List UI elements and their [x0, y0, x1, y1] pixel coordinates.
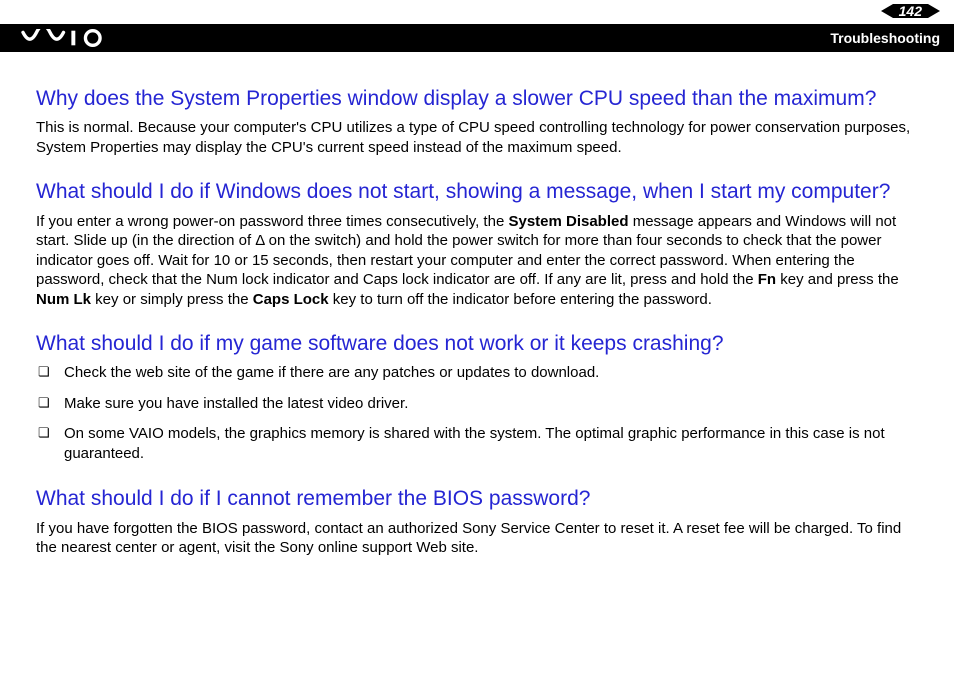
- answer-2-text: If you enter a wrong power-on password t…: [36, 213, 508, 230]
- answer-2-bold-system-disabled: System Disabled: [508, 213, 628, 230]
- answer-2-bold-numlk: Num Lk: [36, 291, 91, 308]
- header-bar: Troubleshooting: [0, 24, 954, 52]
- next-page-arrow[interactable]: [928, 4, 940, 18]
- content-area: Why does the System Properties window di…: [0, 52, 954, 600]
- answer-2-text: key or simply press the: [91, 291, 253, 308]
- question-1: Why does the System Properties window di…: [36, 86, 918, 112]
- answer-2-bold-capslock: Caps Lock: [253, 291, 329, 308]
- answer-2-text: key to turn off the indicator before ent…: [329, 291, 712, 308]
- question-2: What should I do if Windows does not sta…: [36, 179, 918, 205]
- answer-4: If you have forgotten the BIOS password,…: [36, 519, 918, 558]
- answer-2: If you enter a wrong power-on password t…: [36, 212, 918, 310]
- answer-3-list: Check the web site of the game if there …: [36, 363, 918, 464]
- page-number: 142: [893, 4, 928, 18]
- list-item: On some VAIO models, the graphics memory…: [36, 424, 918, 465]
- vaio-logo: [18, 28, 118, 48]
- answer-2-text: key and press the: [776, 271, 899, 288]
- section-label: Troubleshooting: [830, 30, 940, 46]
- prev-page-arrow[interactable]: [881, 4, 893, 18]
- page-navigator: 142: [881, 4, 940, 18]
- question-4: What should I do if I cannot remember th…: [36, 486, 918, 512]
- answer-2-bold-fn: Fn: [758, 271, 776, 288]
- list-item: Check the web site of the game if there …: [36, 363, 918, 383]
- question-3: What should I do if my game software doe…: [36, 331, 918, 357]
- answer-1: This is normal. Because your computer's …: [36, 118, 918, 157]
- list-item: Make sure you have installed the latest …: [36, 394, 918, 414]
- top-white-bar: 142: [0, 0, 954, 24]
- vaio-logo-svg: [18, 29, 118, 47]
